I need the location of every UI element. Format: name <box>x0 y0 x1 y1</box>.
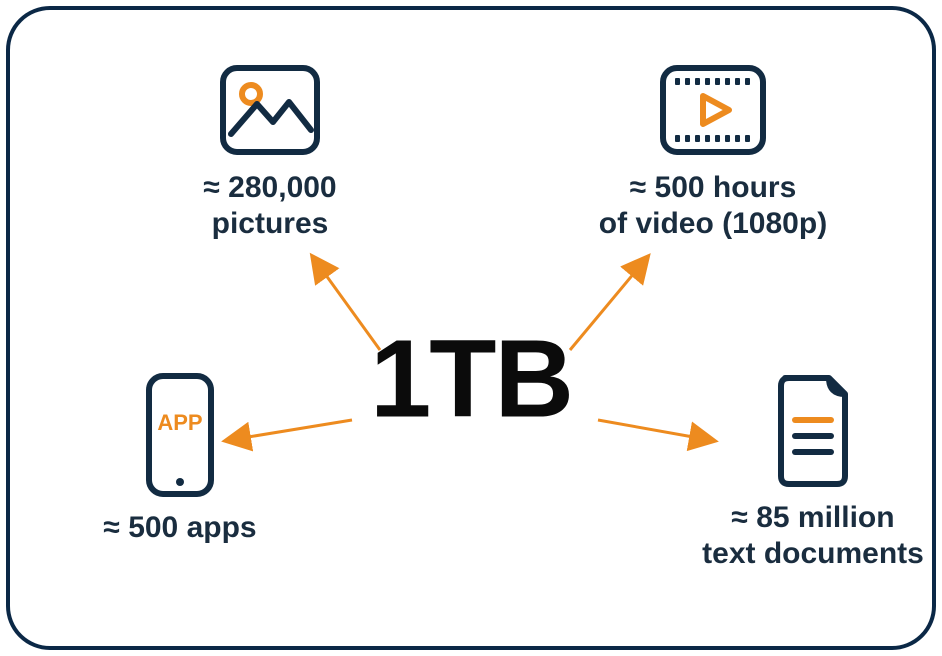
arrow-to-pictures <box>10 10 940 654</box>
diagram-card: ≈ 280,000 pictures ≈ 500 hours of video … <box>6 6 936 650</box>
